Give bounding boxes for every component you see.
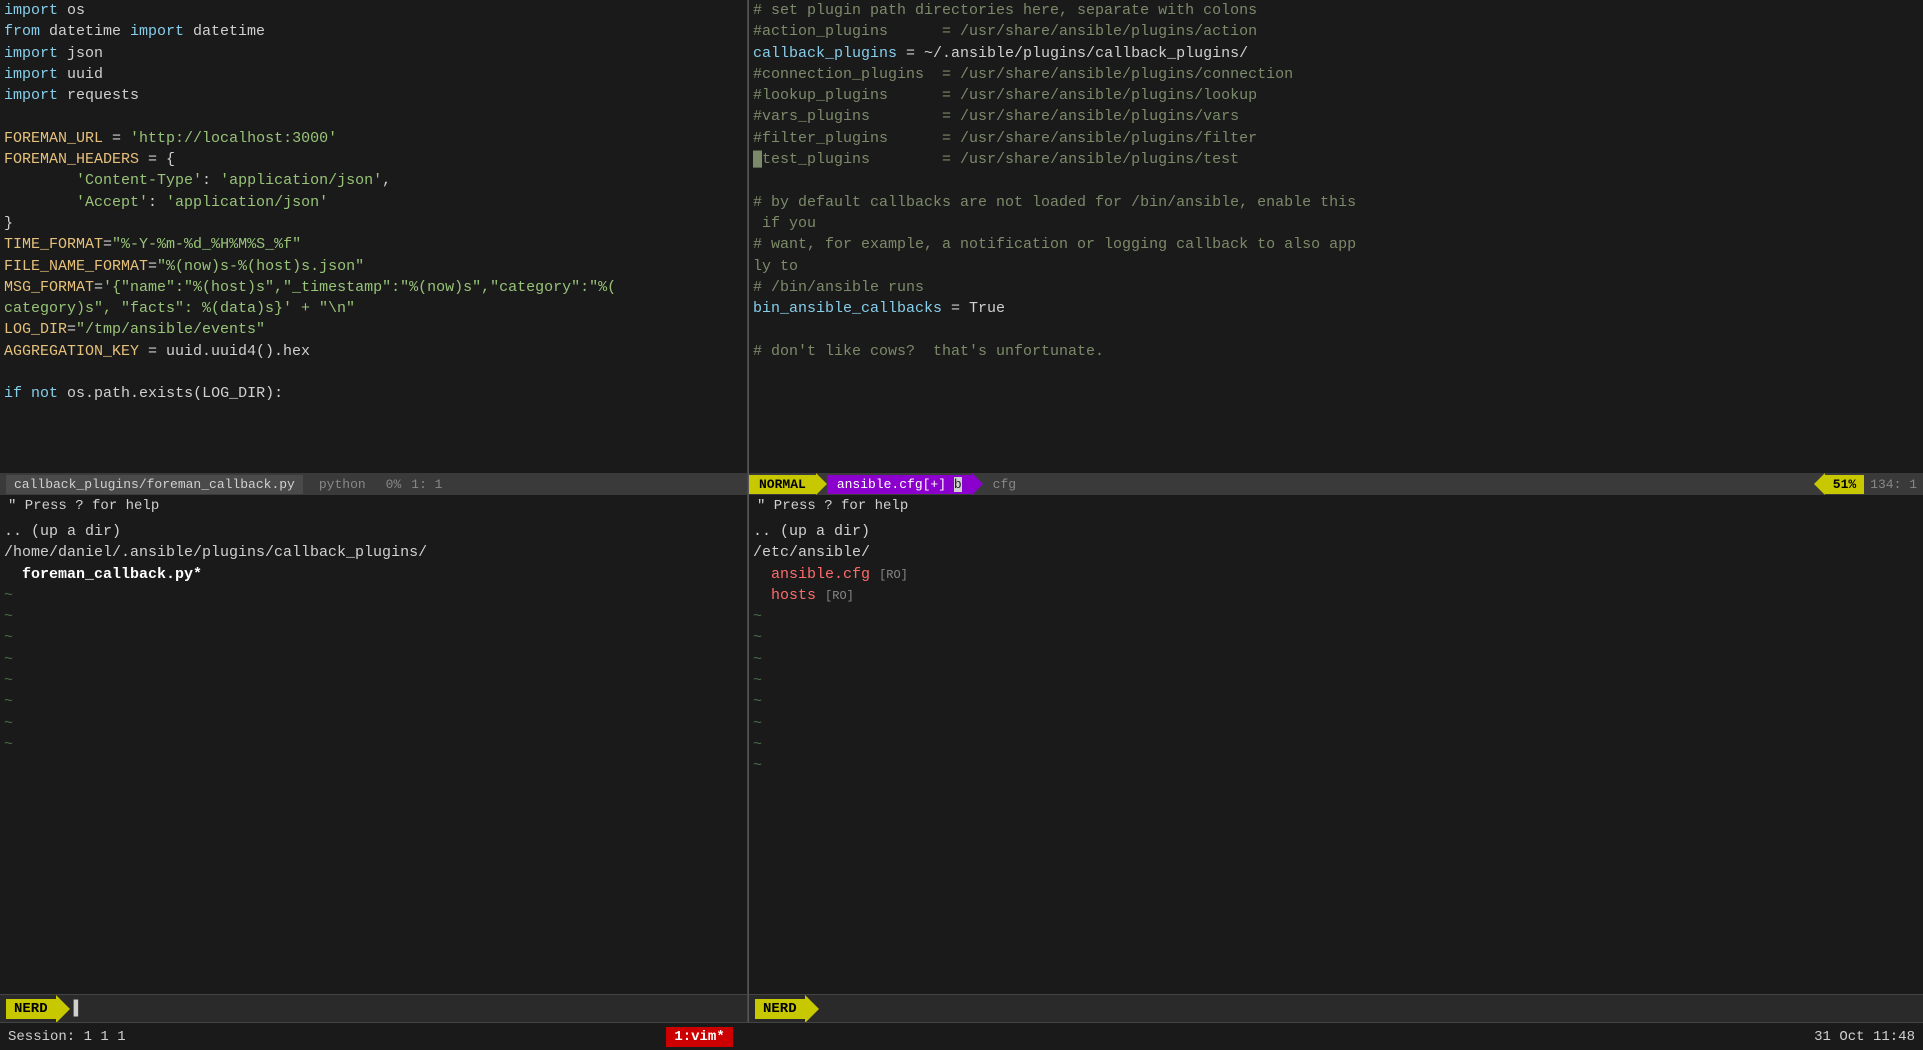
right-filename: ansible.cfg[+] b bbox=[827, 475, 972, 494]
left-msg-line: " Press ? for help bbox=[0, 495, 747, 517]
right-status-right: 51% 134: 1 bbox=[1814, 473, 1923, 495]
left-msg-text: " Press ? for help bbox=[8, 498, 159, 514]
left-pane: import os from datetime import datetime … bbox=[0, 0, 748, 1022]
right-nerd-label: NERD bbox=[755, 999, 805, 1019]
left-nerd-label: NERD bbox=[6, 999, 56, 1019]
left-status-filename: callback_plugins/foreman_callback.py bbox=[6, 475, 303, 494]
left-code-area[interactable]: import os from datetime import datetime … bbox=[0, 0, 747, 473]
date-label: 31 Oct 11:48 bbox=[1814, 1029, 1915, 1045]
right-percent: 51% bbox=[1825, 475, 1864, 494]
vim-label: 1:vim* bbox=[666, 1027, 732, 1047]
left-code-content: import os from datetime import datetime … bbox=[4, 0, 743, 405]
left-nerd-arrow bbox=[56, 995, 70, 1023]
right-explorer[interactable]: .. (up a dir) /etc/ansible/ ansible.cfg … bbox=[749, 517, 1923, 994]
right-nerd-arrow bbox=[805, 995, 819, 1023]
session-label: Session: 1 1 1 bbox=[8, 1029, 126, 1045]
left-statusline: callback_plugins/foreman_callback.py pyt… bbox=[0, 473, 747, 495]
right-code-area[interactable]: # set plugin path directories here, sepa… bbox=[749, 0, 1923, 473]
bottom-bar: Session: 1 1 1 1:vim* 31 Oct 11:48 bbox=[0, 1022, 1923, 1050]
left-nerd-cursor: ▌ bbox=[74, 1000, 83, 1017]
left-explorer[interactable]: .. (up a dir) /home/daniel/.ansible/plug… bbox=[0, 517, 747, 994]
right-code-content: # set plugin path directories here, sepa… bbox=[753, 0, 1919, 362]
left-status-position: 1: 1 bbox=[411, 477, 442, 492]
left-status-percent: 0% bbox=[386, 477, 402, 492]
vim-editor: import os from datetime import datetime … bbox=[0, 0, 1923, 1050]
right-pane: # set plugin path directories here, sepa… bbox=[749, 0, 1923, 1022]
right-filetype: cfg bbox=[993, 477, 1016, 492]
left-status-filetype: python bbox=[319, 477, 366, 492]
left-nerd-bar: NERD ▌ bbox=[0, 994, 747, 1022]
right-mode-label: NORMAL bbox=[749, 475, 816, 494]
right-msg-line: " Press ? for help bbox=[749, 495, 1923, 517]
right-nerd-bar: NERD bbox=[749, 994, 1923, 1022]
editor-area: import os from datetime import datetime … bbox=[0, 0, 1923, 1022]
right-explorer-content: .. (up a dir) /etc/ansible/ ansible.cfg … bbox=[753, 521, 1919, 777]
right-msg-text: " Press ? for help bbox=[757, 498, 908, 514]
mode-arrow bbox=[816, 473, 827, 495]
left-explorer-content: .. (up a dir) /home/daniel/.ansible/plug… bbox=[4, 521, 743, 755]
right-statusline: NORMAL ansible.cfg[+] b cfg 51% 134: 1 bbox=[749, 473, 1923, 495]
right-position: 134: 1 bbox=[1864, 477, 1923, 492]
filename-arrow bbox=[972, 473, 983, 495]
percent-arrow-left bbox=[1814, 473, 1825, 495]
